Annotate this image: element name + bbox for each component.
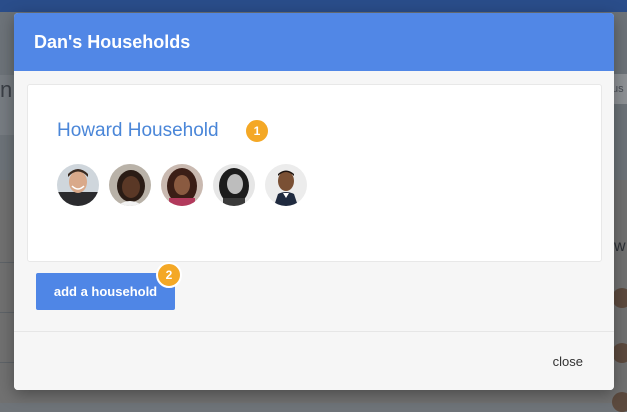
member-avatar-1[interactable]	[57, 164, 99, 206]
background-left-fragment: n	[0, 75, 14, 135]
background-avatar	[612, 288, 627, 308]
background-avatar	[612, 343, 627, 363]
member-avatar-4[interactable]	[213, 164, 255, 206]
household-name-link[interactable]: Howard Household	[57, 120, 219, 142]
member-avatar-3[interactable]	[161, 164, 203, 206]
background-divider	[0, 312, 14, 313]
step-badge-2: 2	[156, 262, 182, 288]
background-right-letter: w	[614, 238, 626, 255]
background-divider	[0, 262, 14, 263]
household-members	[57, 164, 307, 206]
background-top-bar	[0, 0, 627, 12]
modal-footer: close	[14, 331, 614, 390]
background-right-fragment: us	[612, 74, 627, 104]
background-avatar	[612, 392, 627, 412]
member-avatar-2[interactable]	[109, 164, 151, 206]
households-modal: Dan's Households Howard Household 1 add …	[14, 13, 614, 390]
modal-title: Dan's Households	[34, 31, 191, 52]
household-card: Howard Household 1	[27, 84, 602, 262]
step-badge-1: 1	[244, 118, 270, 144]
add-household-button[interactable]: add a household	[36, 273, 175, 310]
background-divider	[0, 362, 14, 363]
close-button[interactable]: close	[553, 354, 583, 369]
modal-header: Dan's Households	[14, 13, 614, 71]
modal-body: Howard Household 1 add a household 2	[14, 71, 614, 331]
member-avatar-5[interactable]	[265, 164, 307, 206]
